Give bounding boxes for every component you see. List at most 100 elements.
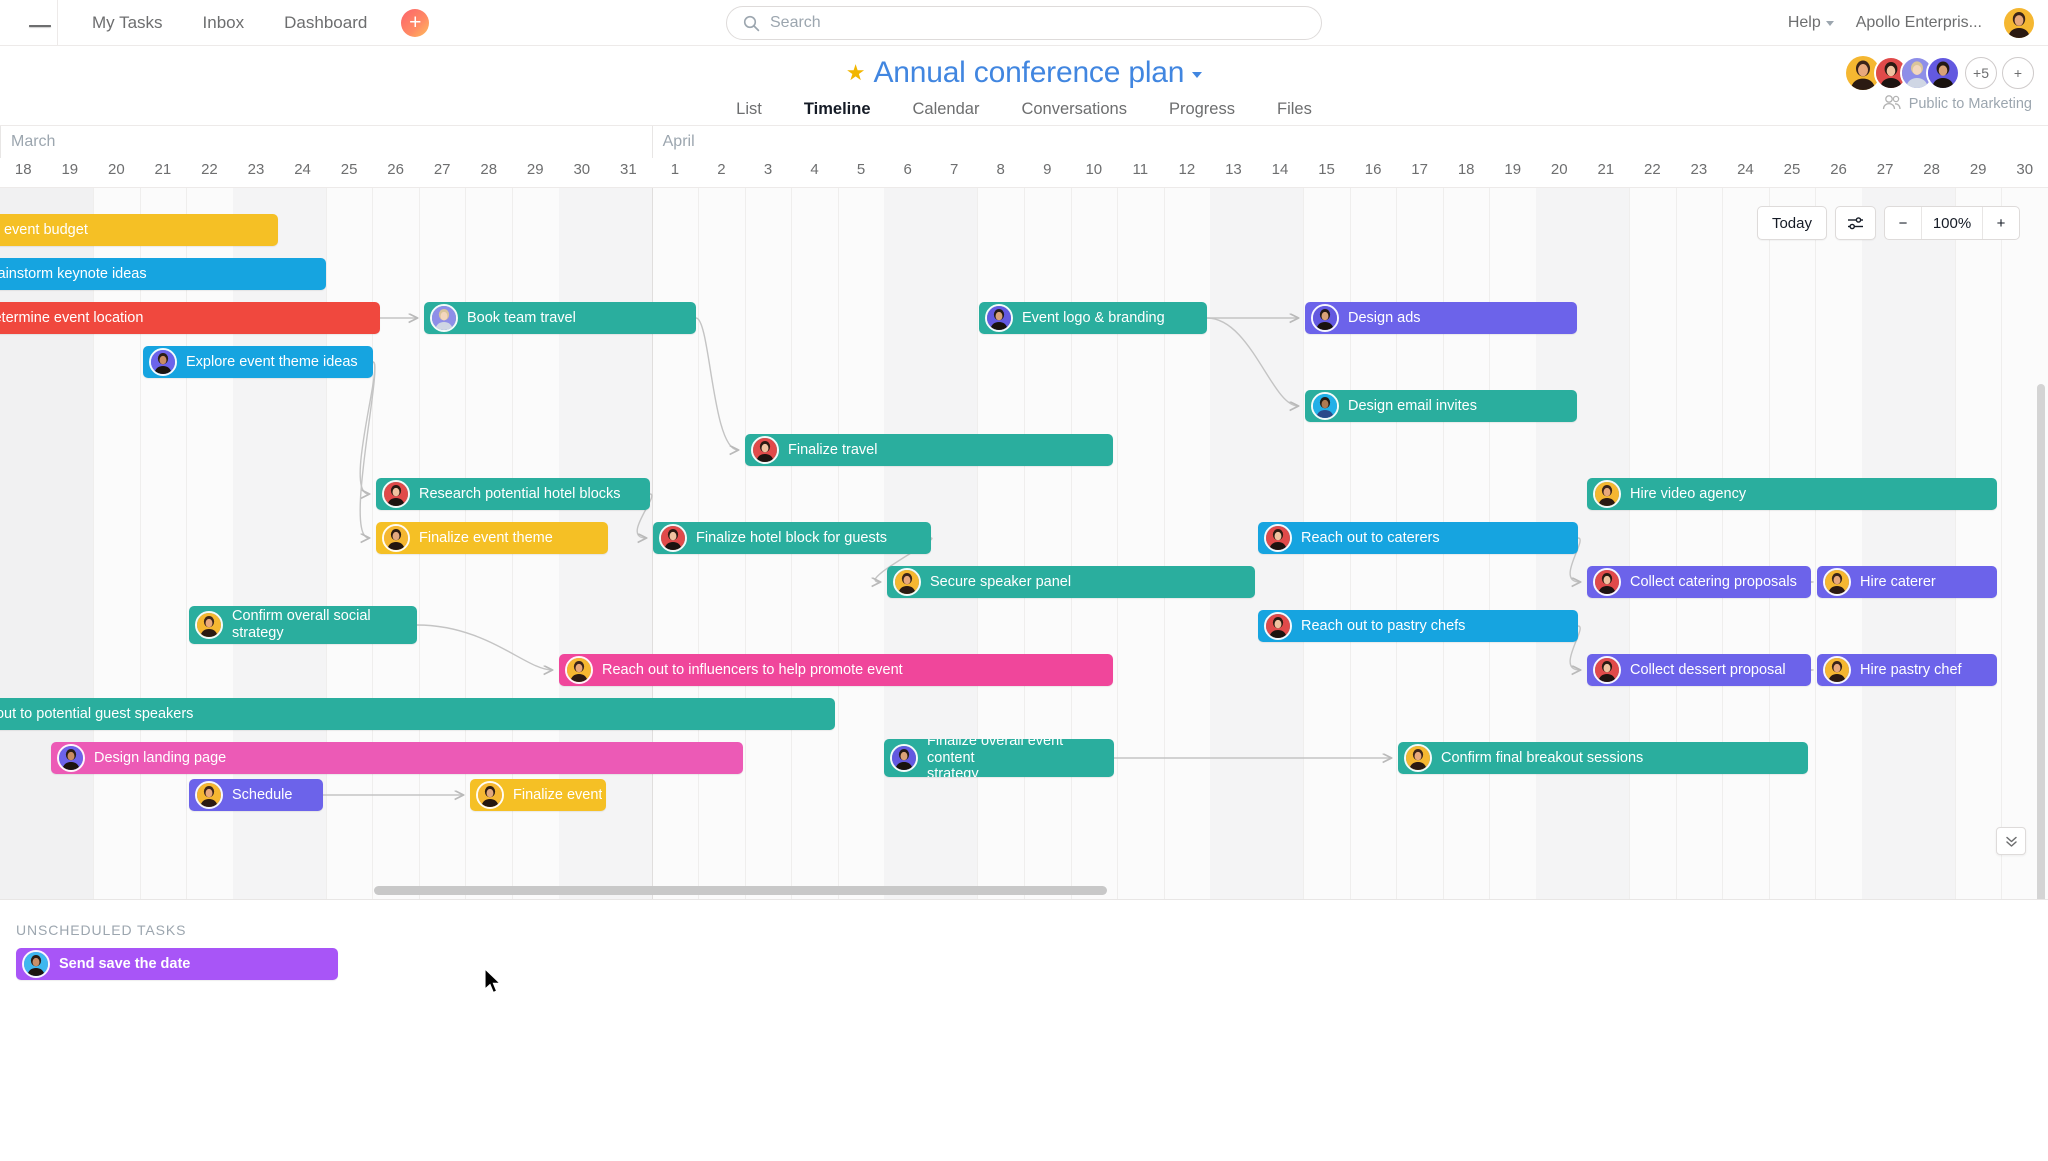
timeline-task-bar[interactable]: Event logo & branding [979,302,1207,334]
nav-my-tasks[interactable]: My Tasks [72,7,183,39]
task-assignee-avatar[interactable] [893,568,921,596]
timeline-task-bar[interactable]: Reach out to pastry chefs [1258,610,1578,642]
timeline-task-bar[interactable]: Design email invites [1305,390,1577,422]
task-assignee-avatar[interactable] [659,524,687,552]
day-label: 9 [1043,161,1052,178]
timeline-task-bar[interactable]: Reach out to potential guest speakers [0,698,835,730]
task-assignee-avatar[interactable] [1823,656,1851,684]
task-bar-label: Explore event theme ideas [186,353,358,370]
task-assignee-avatar[interactable] [1264,612,1292,640]
collapse-down-icon[interactable] [1996,827,2026,855]
timeline-task-bar[interactable]: Reach out to influencers to help promote… [559,654,1113,686]
task-assignee-avatar[interactable] [1593,480,1621,508]
timeline-task-bar[interactable]: Reach out to caterers [1258,522,1578,554]
day-label: 23 [247,161,265,178]
zoom-level-value: 100% [1921,207,1983,239]
timeline-task-bar[interactable]: Finalize event [470,779,606,811]
task-assignee-avatar[interactable] [985,304,1013,332]
nav-dashboard[interactable]: Dashboard [264,7,387,39]
task-assignee-avatar[interactable] [430,304,458,332]
timeline-task-bar[interactable]: Finalize event budget [0,214,278,246]
help-menu[interactable]: Help [1788,14,1834,32]
task-assignee-avatar[interactable] [1311,304,1339,332]
tab-conversations[interactable]: Conversations [1000,100,1147,129]
task-assignee-avatar[interactable] [890,744,918,772]
nav-inbox[interactable]: Inbox [183,7,265,39]
task-assignee-avatar[interactable] [1311,392,1339,420]
add-member-button[interactable]: + [2002,57,2034,89]
task-assignee-avatar[interactable] [1264,524,1292,552]
task-assignee-avatar[interactable] [149,348,177,376]
timeline-task-bar[interactable]: Explore event theme ideas [143,346,373,378]
timeline-task-bar[interactable]: Collect dessert proposal [1587,654,1811,686]
timeline-task-bar[interactable]: Finalize overall event content strategy [884,739,1114,777]
horizontal-scrollbar[interactable] [0,886,2048,895]
horizontal-scrollbar-thumb[interactable] [374,886,1107,895]
project-menu-chevron-icon[interactable] [1192,72,1203,78]
day-label: 22 [1644,161,1661,178]
unscheduled-task-bar[interactable]: Send save the date [16,948,338,980]
grid-line [2001,188,2003,899]
timeline-task-bar[interactable]: Collect catering proposals [1587,566,1811,598]
tab-calendar[interactable]: Calendar [892,100,1001,129]
task-assignee-avatar[interactable] [1593,568,1621,596]
task-assignee-avatar[interactable] [22,950,50,978]
timeline-task-bar[interactable]: Book team travel [424,302,696,334]
timeline-task-bar[interactable]: Design ads [1305,302,1577,334]
timeline-task-bar[interactable]: Secure speaker panel [887,566,1255,598]
vertical-scrollbar-thumb[interactable] [2037,384,2045,899]
day-label: 24 [294,161,311,178]
timeline-task-bar[interactable]: Confirm final breakout sessions [1398,742,1808,774]
month-label: March [0,126,652,158]
timeline-task-bar[interactable]: Finalize hotel block for guests [653,522,931,554]
task-assignee-avatar[interactable] [195,611,223,639]
task-assignee-avatar[interactable] [1823,568,1851,596]
task-assignee-avatar[interactable] [1404,744,1432,772]
timeline-task-bar[interactable]: Hire video agency [1587,478,1997,510]
task-assignee-avatar[interactable] [195,781,223,809]
grid-line [1070,188,1072,899]
task-bar-label: Send save the date [59,955,191,972]
timeline-task-bar[interactable]: Hire pastry chef [1817,654,1997,686]
timeline-task-bar[interactable]: Hire caterer [1817,566,1997,598]
timeline-task-bar[interactable]: Brainstorm keynote ideas [0,258,326,290]
task-assignee-avatar[interactable] [476,781,504,809]
task-bar-label: Event logo & branding [1022,309,1165,326]
hamburger-menu-icon[interactable] [0,0,58,46]
current-user-avatar[interactable] [2004,8,2034,38]
search-input[interactable] [770,14,1305,32]
timeline-task-bar[interactable]: Confirm overall social strategy [189,606,417,644]
task-assignee-avatar[interactable] [382,524,410,552]
tab-progress[interactable]: Progress [1148,100,1256,129]
tab-list[interactable]: List [715,100,783,129]
day-label: 18 [14,161,32,178]
task-assignee-avatar[interactable] [57,744,85,772]
member-avatar[interactable] [1926,56,1960,90]
sliders-icon[interactable] [1835,206,1876,240]
organization-name[interactable]: Apollo Enterpris... [1856,14,1982,32]
page-title[interactable]: Annual conference plan [873,56,1184,90]
privacy-status[interactable]: Public to Marketing [1882,94,2032,114]
timeline-canvas[interactable]: Finalize event budget Brainstorm keynote … [0,188,2048,899]
task-assignee-avatar[interactable] [565,656,593,684]
timeline-task-bar[interactable]: Research potential hotel blocks [376,478,650,510]
vertical-scrollbar[interactable] [2037,384,2045,899]
zoom-out-button[interactable]: − [1885,207,1921,239]
star-favorite-icon[interactable]: ★ [846,62,866,84]
task-assignee-avatar[interactable] [751,436,779,464]
task-assignee-avatar[interactable] [382,480,410,508]
timeline-task-bar[interactable]: Finalize travel [745,434,1113,466]
day-label: 22 [201,161,218,178]
today-button[interactable]: Today [1756,206,1827,240]
task-assignee-avatar[interactable] [1593,656,1621,684]
timeline-task-bar[interactable]: Finalize event theme [376,522,608,554]
search-box[interactable] [726,6,1322,40]
quick-add-button[interactable]: + [401,8,430,37]
timeline-task-bar[interactable]: Determine event location [0,302,380,334]
timeline-task-bar[interactable]: Design landing page [51,742,743,774]
timeline-task-bar[interactable]: Schedule [189,779,323,811]
members-overflow-count[interactable]: +5 [1965,57,1997,89]
tab-files[interactable]: Files [1256,100,1333,129]
tab-timeline[interactable]: Timeline [782,100,892,129]
zoom-in-button[interactable]: + [1983,207,2019,239]
